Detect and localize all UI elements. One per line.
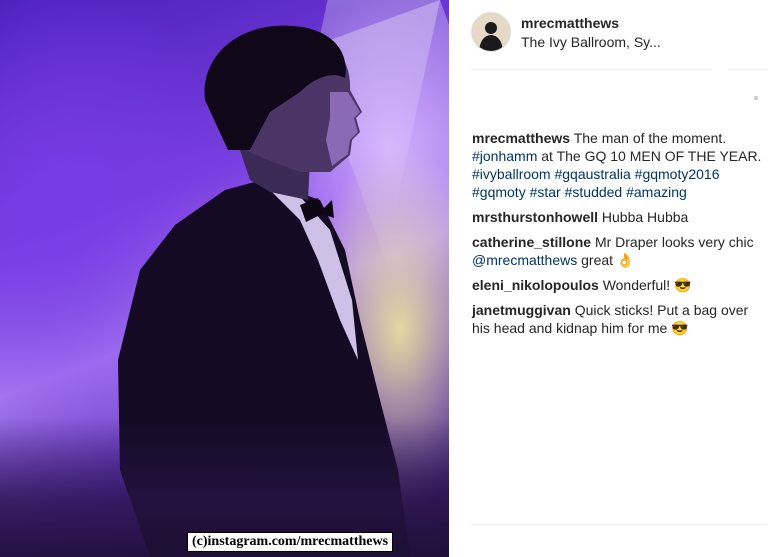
- hashtag-link[interactable]: #ivyballroom: [472, 166, 551, 182]
- hashtag-link[interactable]: #gqmoty2016: [635, 166, 720, 182]
- post-username[interactable]: mrecmatthews: [521, 15, 619, 31]
- post-photo[interactable]: [0, 0, 449, 557]
- hashtag-link[interactable]: #gqaustralia: [554, 166, 630, 182]
- caption-username[interactable]: mrecmatthews: [472, 130, 570, 146]
- comment-text: Hubba Hubba: [601, 209, 689, 225]
- hashtag-link[interactable]: #amazing: [626, 184, 687, 200]
- avatar-image: [472, 13, 510, 51]
- hashtag-link[interactable]: #star: [530, 184, 561, 200]
- mention-link[interactable]: @mrecmatthews: [472, 252, 577, 268]
- watermark: (c)instagram.com/mrecmatthews: [187, 532, 394, 552]
- caption-text: The man of the moment.: [573, 130, 727, 146]
- post-location[interactable]: The Ivy Ballroom, Sy...: [521, 34, 661, 50]
- comment-text: Wonderful! 😎: [602, 277, 692, 293]
- post-sidebar: mrecmatthews The Ivy Ballroom, Sy... mre…: [449, 0, 773, 557]
- comment-text: Mr Draper looks very chic: [594, 234, 754, 250]
- hashtag-link[interactable]: #gqmoty: [472, 184, 526, 200]
- post-header: mrecmatthews The Ivy Ballroom, Sy...: [471, 12, 767, 54]
- comment-item: janetmuggivan Quick sticks! Put a bag ov…: [472, 301, 764, 337]
- hashtag-link[interactable]: #studded: [565, 184, 623, 200]
- avatar[interactable]: [471, 12, 511, 52]
- divider: [471, 524, 767, 525]
- divider: [471, 69, 712, 70]
- comment-item: catherine_stillone Mr Draper looks very …: [472, 233, 764, 269]
- comment-item: mrsthurstonhowell Hubba Hubba: [472, 208, 764, 226]
- comment-text: great 👌: [581, 252, 635, 268]
- divider: [728, 69, 768, 70]
- caption-text: at The GQ 10 MEN OF THE YEAR.: [541, 148, 762, 164]
- caption: mrecmatthews The man of the moment. #jon…: [472, 129, 764, 201]
- scrollbar-thumb[interactable]: [754, 96, 758, 100]
- comment-username[interactable]: janetmuggivan: [472, 302, 571, 318]
- comment-list: mrecmatthews The man of the moment. #jon…: [472, 129, 764, 344]
- hashtag-link[interactable]: #jonhamm: [472, 148, 537, 164]
- comment-username[interactable]: eleni_nikolopoulos: [472, 277, 599, 293]
- comment-username[interactable]: catherine_stillone: [472, 234, 591, 250]
- comment-item: eleni_nikolopoulos Wonderful! 😎: [472, 276, 764, 294]
- comment-username[interactable]: mrsthurstonhowell: [472, 209, 598, 225]
